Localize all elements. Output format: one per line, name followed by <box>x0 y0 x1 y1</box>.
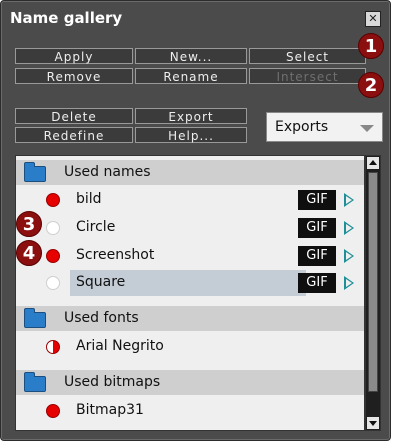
intersect-button[interactable]: Intersect <box>249 68 366 84</box>
play-icon[interactable] <box>344 193 354 207</box>
delete-button[interactable]: Delete <box>15 108 133 124</box>
half-dot-icon <box>46 340 60 354</box>
folder-icon <box>24 372 46 392</box>
new-button[interactable]: New... <box>135 48 247 64</box>
item-name: Arial Negrito <box>76 338 164 354</box>
export-format-badge: GIF <box>298 246 336 266</box>
export-format-badge: GIF <box>298 218 336 238</box>
item-name: bild <box>76 191 102 207</box>
white-dot-icon <box>46 276 60 290</box>
play-icon[interactable] <box>344 276 354 290</box>
chevron-down-icon <box>360 125 374 132</box>
list-item[interactable]: Bitmap31 <box>16 398 364 424</box>
section-label: Used fonts <box>64 310 139 326</box>
play-icon[interactable] <box>344 221 354 235</box>
export-format-badge: GIF <box>298 273 336 293</box>
scroll-up-icon[interactable] <box>367 157 379 169</box>
section-label: Used names <box>64 164 151 180</box>
list-item[interactable]: Circle GIF <box>16 215 364 241</box>
rename-button[interactable]: Rename <box>135 68 247 84</box>
red-dot-icon <box>46 404 60 418</box>
item-name: Screenshot <box>76 247 155 263</box>
red-dot-icon <box>46 193 60 207</box>
list-item-selected[interactable]: Square GIF <box>16 270 364 296</box>
list-item[interactable]: Arial Negrito <box>16 334 364 360</box>
select-button[interactable]: Select <box>249 48 366 64</box>
list-item[interactable]: Screenshot GIF <box>16 243 364 269</box>
gallery-list: Used names bild GIF Circle GIF Screensho… <box>15 155 365 431</box>
callout-badge-2: 2 <box>358 72 384 98</box>
play-icon[interactable] <box>344 249 354 263</box>
white-dot-icon <box>46 221 60 235</box>
section-used-fonts[interactable]: Used fonts <box>16 306 364 331</box>
section-label: Used bitmaps <box>64 374 161 390</box>
item-name: Circle <box>76 219 116 235</box>
remove-button[interactable]: Remove <box>15 68 133 84</box>
exports-dropdown[interactable]: Exports <box>266 112 383 142</box>
scroll-thumb[interactable] <box>368 172 378 392</box>
item-name: Square <box>76 274 126 290</box>
callout-badge-4: 4 <box>16 240 42 266</box>
redefine-button[interactable]: Redefine <box>15 127 133 143</box>
section-used-bitmaps[interactable]: Used bitmaps <box>16 370 364 395</box>
help-button[interactable]: Help... <box>135 127 247 143</box>
export-format-badge: GIF <box>298 190 336 210</box>
folder-icon <box>24 162 46 182</box>
dropdown-value: Exports <box>275 119 329 135</box>
item-name: Bitmap31 <box>76 402 144 418</box>
panel-title: Name gallery <box>10 9 123 27</box>
section-used-names[interactable]: Used names <box>16 160 364 185</box>
export-button[interactable]: Export <box>135 108 247 124</box>
name-gallery-panel: Name gallery ✕ Apply New... Select Remov… <box>0 0 391 441</box>
scroll-down-icon[interactable] <box>367 417 379 429</box>
callout-badge-3: 3 <box>16 211 42 237</box>
folder-icon <box>24 308 46 328</box>
apply-button[interactable]: Apply <box>15 48 133 64</box>
close-icon[interactable]: ✕ <box>365 11 381 27</box>
vertical-scrollbar[interactable] <box>365 155 381 431</box>
callout-badge-1: 1 <box>358 33 384 59</box>
list-item[interactable]: bild GIF <box>16 187 364 213</box>
red-dot-icon <box>46 249 60 263</box>
